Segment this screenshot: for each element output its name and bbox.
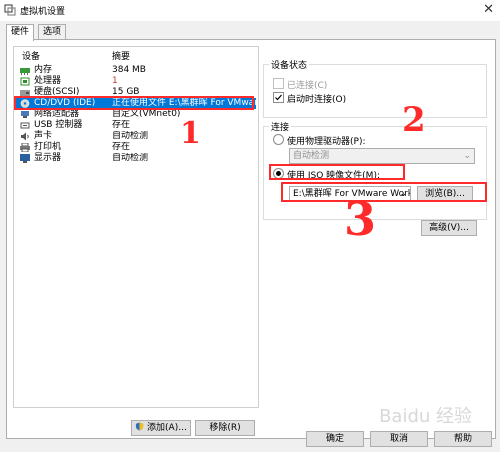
annotation-box-iso-path (281, 182, 487, 202)
device-status-group (263, 64, 487, 118)
shield-icon (136, 422, 144, 431)
printer-icon (20, 143, 30, 152)
device-name: 显示器 (34, 153, 62, 163)
device-name: 打印机 (34, 142, 62, 152)
device-row-memory[interactable]: 内存 384 MB (16, 65, 256, 76)
annotation-number-2: 2 (402, 100, 426, 140)
device-row-network[interactable]: 网络适配器 自定义(VMnet0) (16, 109, 256, 120)
tab-hardware[interactable]: 硬件 (6, 24, 35, 41)
physical-drive-select[interactable]: 自动检测 ⌄ (289, 148, 475, 164)
device-column-header: 设备 (22, 52, 41, 62)
device-row-usb[interactable]: USB 控制器 存在 (16, 120, 256, 131)
settings-dialog: 硬件 选项 设备 摘要 内存 384 MB 处理器 1 硬盘(SCSI) 15 … (0, 21, 500, 452)
close-icon[interactable]: ✕ (483, 2, 494, 17)
device-list: 设备 摘要 内存 384 MB 处理器 1 硬盘(SCSI) 15 GB CD/… (13, 46, 259, 408)
connected-label: 已连接(C) (287, 81, 328, 91)
add-button-label: 添加(A)... (147, 423, 187, 433)
device-row-cpu[interactable]: 处理器 1 (16, 76, 256, 87)
device-summary: 自动检测 (112, 153, 149, 163)
tab-options[interactable]: 选项 (38, 24, 67, 40)
sound-icon (21, 132, 29, 141)
device-name: 网络适配器 (34, 109, 80, 119)
connect-on-power-label: 启动时连接(O) (287, 95, 347, 105)
device-name: 处理器 (34, 76, 62, 86)
memory-icon (20, 68, 30, 75)
usb-icon (20, 122, 30, 129)
device-row-sound[interactable]: 声卡 自动检测 (16, 131, 256, 142)
device-summary: 1 (112, 76, 118, 86)
device-name: USB 控制器 (34, 120, 83, 130)
add-button[interactable]: 添加(A)... (131, 420, 191, 436)
watermark: Baidu 经验 (379, 406, 472, 427)
cpu-icon (20, 77, 30, 86)
connected-checkbox[interactable] (273, 78, 284, 89)
annotation-box-iso-radio (269, 164, 405, 180)
device-summary: 384 MB (112, 65, 146, 75)
help-button[interactable]: 帮助 (434, 431, 492, 447)
annotation-number-3: 3 (344, 192, 377, 246)
chevron-down-icon: ⌄ (463, 151, 471, 161)
remove-button[interactable]: 移除(R) (195, 420, 255, 436)
connection-title: 连接 (269, 120, 292, 133)
advanced-button[interactable]: 高级(V)... (421, 220, 477, 236)
device-name: 声卡 (34, 131, 53, 141)
cancel-button[interactable]: 取消 (370, 431, 428, 447)
checkmark-icon (275, 94, 282, 101)
display-icon (20, 154, 30, 163)
hardware-panel: 设备 摘要 内存 384 MB 处理器 1 硬盘(SCSI) 15 GB CD/… (6, 39, 496, 439)
device-status-title: 设备状态 (269, 58, 310, 71)
device-row-printer[interactable]: 打印机 存在 (16, 142, 256, 153)
annotation-box-cd-dvd (14, 96, 254, 110)
physical-drive-value: 自动检测 (293, 151, 330, 161)
annotation-number-1: 1 (180, 116, 201, 151)
summary-column-header: 摘要 (112, 52, 131, 62)
connect-on-power-checkbox[interactable] (273, 92, 284, 103)
device-row-display[interactable]: 显示器 自动检测 (16, 153, 256, 164)
physical-drive-radio[interactable] (273, 134, 284, 145)
device-name: 内存 (34, 65, 53, 75)
network-icon (21, 111, 29, 118)
window-title: 虚拟机设置 (20, 7, 66, 17)
physical-drive-label: 使用物理驱动器(P): (287, 137, 366, 147)
title-bar: 虚拟机设置 ✕ (0, 0, 500, 21)
vmware-app-icon (4, 4, 16, 16)
ok-button[interactable]: 确定 (306, 431, 364, 447)
